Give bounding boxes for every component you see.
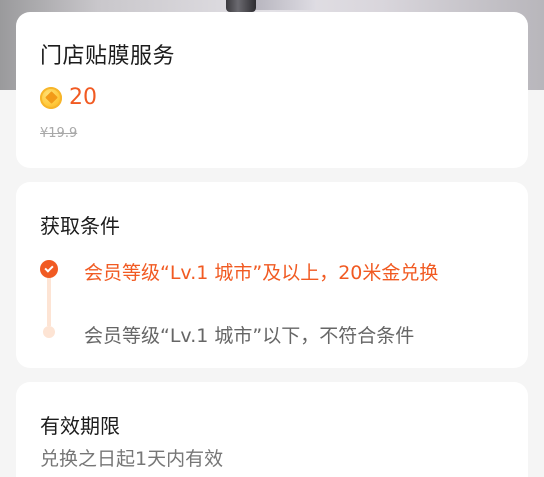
product-card: 门店贴膜服务 20 ¥19.9 <box>16 12 528 168</box>
checkmark-icon <box>40 260 58 278</box>
validity-card: 有效期限 兑换之日起1天内有效 <box>16 382 528 477</box>
original-price: ¥19.9 <box>40 126 78 141</box>
phone-image-edge <box>226 0 256 12</box>
phone-image-edge-light <box>256 0 316 10</box>
condition-met: 会员等级“Lv.1 城市”及以上，20米金兑换 <box>84 262 439 284</box>
condition-unmet: 会员等级“Lv.1 城市”以下，不符合条件 <box>84 325 415 347</box>
validity-title: 有效期限 <box>40 414 120 438</box>
price-row: 20 <box>40 85 97 110</box>
conditions-title: 获取条件 <box>40 214 120 238</box>
timeline-dot-icon <box>43 326 55 338</box>
timeline-connector <box>47 278 51 326</box>
gold-coin-icon <box>40 86 62 109</box>
product-title: 门店贴膜服务 <box>40 44 176 69</box>
coin-price: 20 <box>69 85 97 110</box>
validity-text: 兑换之日起1天内有效 <box>40 448 224 470</box>
conditions-card: 获取条件 会员等级“Lv.1 城市”及以上，20米金兑换 会员等级“Lv.1 城… <box>16 182 528 368</box>
